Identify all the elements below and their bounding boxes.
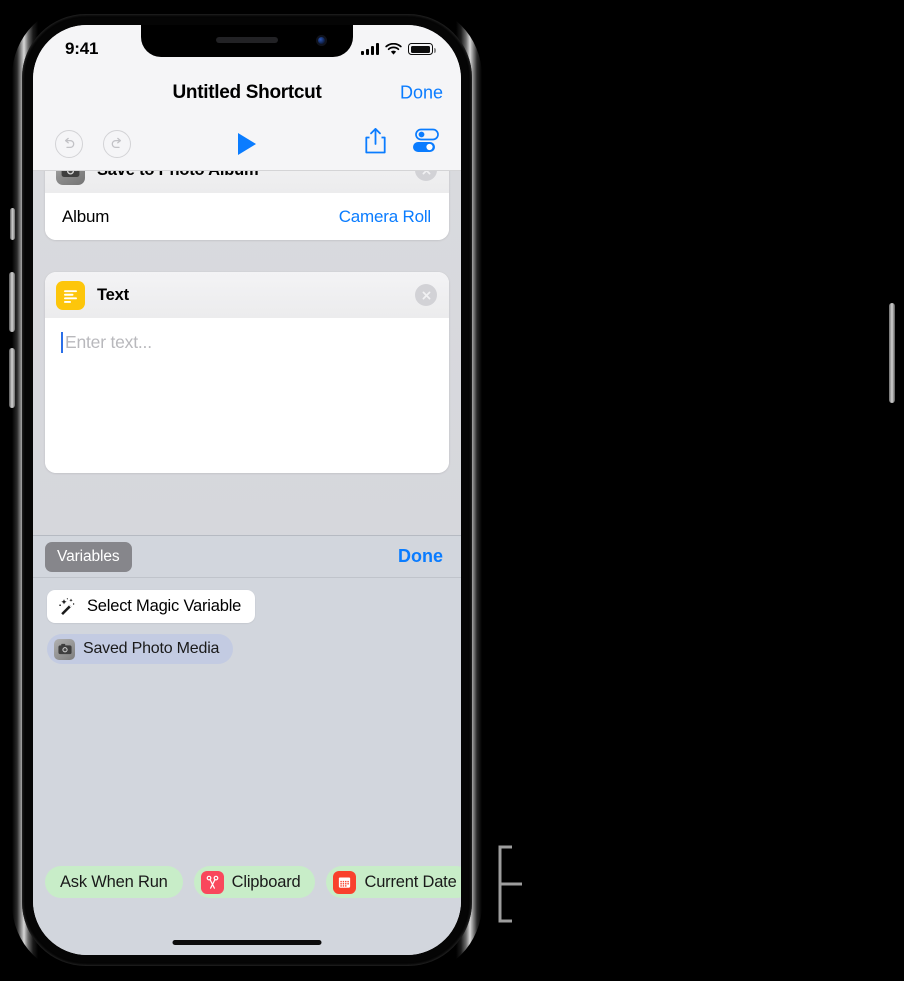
earpiece-speaker — [216, 37, 278, 43]
front-camera-icon — [316, 35, 327, 46]
wifi-icon — [385, 42, 402, 55]
chip-clipboard[interactable]: Clipboard — [193, 866, 316, 898]
screenshot-root: 9:41 Untitled Shortcut Done Album Camera… — [0, 0, 904, 981]
action-card-save-to-photo-album[interactable]: Save to Photo Album Album Camera Roll — [45, 171, 449, 240]
share-button[interactable] — [364, 127, 387, 160]
variables-button[interactable]: Variables — [45, 541, 132, 572]
select-magic-variable-button[interactable]: Select Magic Variable — [47, 590, 256, 623]
calendar-glyph — [339, 876, 351, 888]
variable-chips-row: Ask When Run Clipboard Current Date — [33, 865, 461, 899]
remove-action-button[interactable] — [415, 171, 437, 181]
text-lines-icon — [56, 280, 85, 310]
magic-variable-label: Select Magic Variable — [87, 597, 242, 615]
parameter-label: Album — [62, 206, 110, 226]
saved-photo-media-variable[interactable]: Saved Photo Media — [47, 634, 234, 664]
cellular-signal-icon — [361, 43, 379, 55]
volume-down-button[interactable] — [9, 348, 15, 408]
notch — [141, 25, 353, 57]
action-list-scroll[interactable]: Save to Photo Album Album Camera Roll — [33, 171, 461, 535]
chip-label: Ask When Run — [60, 872, 168, 891]
close-icon — [422, 291, 430, 299]
action-title: Text — [97, 285, 129, 304]
chip-label: Current Date — [364, 872, 457, 891]
parameter-value[interactable]: Camera Roll — [339, 207, 431, 227]
magic-wand-icon — [59, 597, 75, 615]
play-icon — [238, 132, 256, 155]
toolbar-left-group — [33, 129, 131, 158]
run-shortcut-button[interactable] — [235, 131, 259, 157]
saved-photo-media-label: Saved Photo Media — [83, 640, 220, 657]
action-title: Save to Photo Album — [97, 171, 259, 180]
text-lines-glyph — [64, 289, 77, 303]
variables-panel: Variables Done Select Magic Variable Sav… — [33, 535, 461, 955]
action-card-header: Text — [45, 272, 449, 318]
card-spacer — [33, 240, 461, 272]
settings-toggles-icon — [413, 128, 439, 152]
camera-icon — [56, 171, 85, 185]
page-title: Untitled Shortcut — [172, 82, 322, 103]
navigation-bar: Untitled Shortcut Done — [33, 69, 461, 117]
status-time: 9:41 — [65, 38, 99, 58]
chip-label: Clipboard — [231, 872, 301, 891]
chip-ask-when-run[interactable]: Ask When Run — [45, 866, 183, 898]
action-card-header: Save to Photo Album — [45, 171, 449, 193]
redo-icon — [111, 137, 122, 148]
share-icon — [365, 128, 386, 154]
editor-toolbar — [33, 117, 461, 171]
close-icon — [422, 171, 430, 174]
text-input-field[interactable]: Enter text... — [45, 318, 449, 473]
camera-icon — [54, 638, 75, 660]
nav-done-button[interactable]: Done — [400, 83, 443, 104]
phone-screen: 9:41 Untitled Shortcut Done Album Camera… — [33, 25, 461, 955]
status-indicators — [361, 39, 436, 56]
text-cursor — [61, 332, 63, 353]
undo-button[interactable] — [55, 129, 83, 158]
callout-bracket — [498, 845, 522, 923]
camera-glyph — [57, 643, 72, 655]
home-indicator[interactable] — [172, 940, 322, 945]
power-button[interactable] — [889, 303, 895, 403]
silent-switch-button[interactable] — [10, 208, 15, 240]
variables-done-button[interactable]: Done — [398, 546, 443, 567]
undo-icon — [64, 137, 75, 148]
calendar-icon — [333, 870, 357, 894]
camera-glyph — [61, 171, 80, 177]
toolbar-right-group — [364, 127, 461, 160]
scissors-glyph — [206, 875, 219, 889]
text-input-placeholder: Enter text... — [65, 332, 152, 352]
remove-action-button[interactable] — [415, 284, 437, 306]
redo-button[interactable] — [103, 129, 131, 158]
action-card-text[interactable]: Text Enter text... — [45, 272, 449, 473]
scissors-icon — [200, 870, 224, 894]
volume-up-button[interactable] — [9, 272, 15, 332]
battery-icon — [408, 43, 436, 55]
action-parameter-album[interactable]: Album Camera Roll — [45, 193, 449, 240]
chip-current-date[interactable]: Current Date — [326, 866, 461, 898]
shortcut-settings-button[interactable] — [411, 128, 439, 159]
variables-toolbar: Variables Done — [33, 535, 461, 578]
